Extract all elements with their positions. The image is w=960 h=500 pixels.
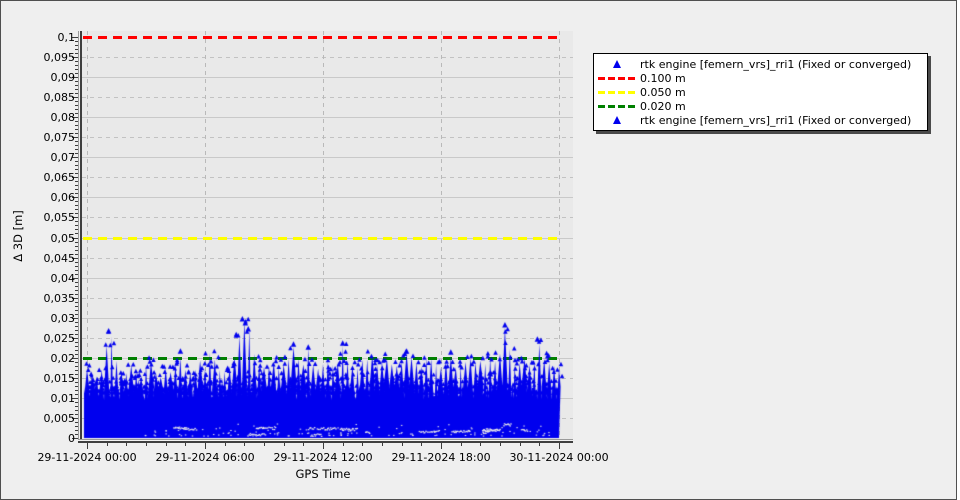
y-tick-label: 0,005 — [27, 412, 75, 425]
y-tick-label: 0,08 — [27, 111, 75, 124]
y-tick-label: 0,05 — [27, 232, 75, 245]
x-tick-label: 29-11-2024 00:00 — [29, 451, 145, 464]
x-tick-label: 30-11-2024 00:00 — [501, 451, 617, 464]
x-axis-line — [78, 439, 573, 443]
legend-item[interactable]: rtk engine [femern_vrs]_rri1 (Fixed or c… — [594, 113, 927, 127]
x-major-tick — [87, 443, 88, 449]
y-tick-label: 0,03 — [27, 312, 75, 325]
y-tick-label: 0,02 — [27, 352, 75, 365]
triangle-glyph — [613, 60, 621, 68]
y-tick-label: 0,075 — [27, 131, 75, 144]
x-minor-tick — [539, 443, 540, 446]
x-minor-tick — [500, 443, 501, 446]
legend-item[interactable]: 0.020 m — [594, 99, 927, 113]
y-tick-label: 0,09 — [27, 71, 75, 84]
legend-label: 0.100 m — [640, 72, 686, 85]
y-tick-label: 0,06 — [27, 191, 75, 204]
x-minor-tick — [480, 443, 481, 446]
dash-glyph — [598, 105, 636, 108]
x-minor-tick — [126, 443, 127, 446]
scatter-plot-canvas[interactable] — [82, 31, 573, 439]
x-minor-tick — [421, 443, 422, 446]
x-minor-tick — [461, 443, 462, 446]
y-tick-label: 0,035 — [27, 292, 75, 305]
dash-line-icon — [594, 105, 640, 108]
x-minor-tick — [362, 443, 363, 446]
y-tick-label: 0,045 — [27, 252, 75, 265]
y-axis-title: Δ 3D [m] — [11, 181, 25, 291]
x-axis-title: GPS Time — [263, 467, 383, 481]
y-tick-label: 0,085 — [27, 91, 75, 104]
legend-item[interactable]: 0.050 m — [594, 85, 927, 99]
chart-window: 0 0,005 0,01 0,015 0,02 0,025 0,03 0,035 0,04 0,0… — [0, 0, 957, 500]
y-tick-label: 0,055 — [27, 211, 75, 224]
x-minor-tick — [343, 443, 344, 446]
x-minor-tick — [303, 443, 304, 446]
legend-label: 0.050 m — [640, 86, 686, 99]
x-minor-tick — [185, 443, 186, 446]
legend-item[interactable]: 0.100 m — [594, 71, 927, 85]
x-major-tick — [323, 443, 324, 449]
y-tick-label: 0,07 — [27, 151, 75, 164]
x-minor-tick — [402, 443, 403, 446]
y-tick-label: 0,01 — [27, 392, 75, 405]
y-tick-label: 0 — [27, 432, 75, 445]
dash-line-icon — [594, 77, 640, 80]
y-tick-label: 0,1 — [27, 31, 75, 44]
dash-glyph — [598, 77, 636, 80]
legend: rtk engine [femern_vrs]_rri1 (Fixed or c… — [593, 53, 928, 131]
x-tick-label: 29-11-2024 18:00 — [383, 451, 499, 464]
x-minor-tick — [382, 443, 383, 446]
x-tick-label: 29-11-2024 06:00 — [147, 451, 263, 464]
y-tick-label: 0,025 — [27, 332, 75, 345]
x-major-tick — [441, 443, 442, 449]
x-minor-tick — [146, 443, 147, 446]
x-minor-tick — [520, 443, 521, 446]
x-minor-tick — [107, 443, 108, 446]
x-minor-tick — [284, 443, 285, 446]
triangle-glyph — [613, 116, 621, 124]
x-minor-tick — [244, 443, 245, 446]
y-tick-label: 0,095 — [27, 51, 75, 64]
legend-item[interactable]: rtk engine [femern_vrs]_rri1 (Fixed or c… — [594, 57, 927, 71]
x-tick-label: 29-11-2024 12:00 — [265, 451, 381, 464]
triangle-marker-icon — [594, 60, 640, 68]
x-major-tick — [205, 443, 206, 449]
y-tick-label: 0,015 — [27, 372, 75, 385]
x-minor-tick — [264, 443, 265, 446]
triangle-marker-icon — [594, 116, 640, 124]
dash-line-icon — [594, 91, 640, 94]
x-minor-tick — [225, 443, 226, 446]
dash-glyph — [598, 91, 636, 94]
y-tick-label: 0,065 — [27, 171, 75, 184]
legend-label: rtk engine [femern_vrs]_rri1 (Fixed or c… — [640, 114, 911, 127]
x-major-tick — [559, 443, 560, 449]
y-tick-label: 0,04 — [27, 272, 75, 285]
legend-label: 0.020 m — [640, 100, 686, 113]
legend-label: rtk engine [femern_vrs]_rri1 (Fixed or c… — [640, 58, 911, 71]
y-axis-line — [78, 31, 82, 443]
x-minor-tick — [166, 443, 167, 446]
